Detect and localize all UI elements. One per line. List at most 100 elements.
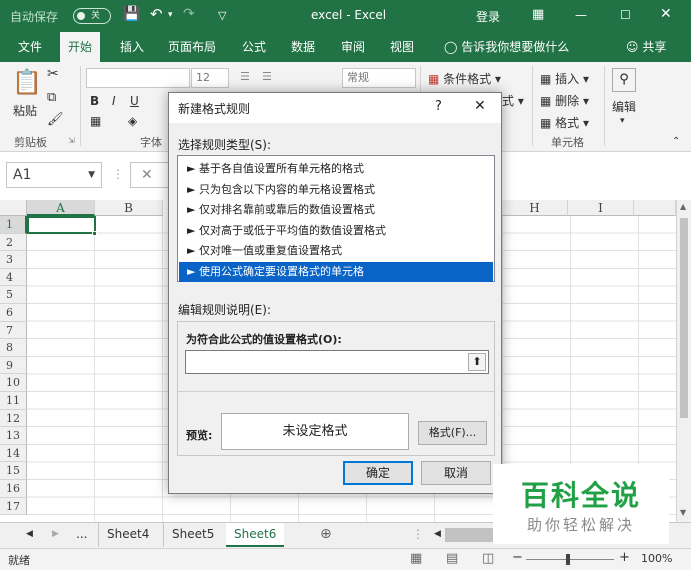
paste-icon[interactable]: 📋 <box>12 68 42 96</box>
row-header[interactable]: 2 <box>0 233 27 252</box>
tab-formulas[interactable]: 公式 <box>234 32 274 62</box>
sheet-tab-active[interactable]: Sheet6 <box>226 523 285 547</box>
cancel-entry-icon[interactable]: ✕ <box>130 162 170 188</box>
column-header[interactable]: H <box>502 200 568 216</box>
autosave-toggle[interactable]: 关 <box>73 8 111 24</box>
search-icon[interactable]: ⚲ <box>612 68 636 92</box>
save-icon[interactable]: 💾 <box>123 6 140 22</box>
row-header[interactable]: 15 <box>0 462 27 480</box>
tab-page-layout[interactable]: 页面布局 <box>160 32 224 62</box>
sheet-tab[interactable]: Sheet5 <box>163 523 222 547</box>
next-sheet-icon[interactable]: ▶ <box>44 523 67 547</box>
tab-home[interactable]: 开始 <box>60 32 101 62</box>
row-header[interactable]: 5 <box>0 286 27 304</box>
font-name-box[interactable] <box>86 68 190 88</box>
italic-icon[interactable]: I <box>112 94 116 108</box>
format-cells-button[interactable]: ▦ 格式 ▾ <box>540 114 589 131</box>
select-all-corner[interactable] <box>0 200 27 216</box>
rule-type-item[interactable]: ► 只为包含以下内容的单元格设置格式 <box>179 180 501 200</box>
edit-dropdown-icon[interactable]: ▾ <box>620 116 625 126</box>
add-sheet-icon[interactable]: ⊕ <box>312 523 340 547</box>
formula-input[interactable]: ⬆ <box>185 350 489 374</box>
row-header[interactable]: 1 <box>0 216 27 234</box>
page-break-view-icon[interactable]: ◫ <box>482 551 494 566</box>
clipboard-launcher-icon[interactable]: ⇲ <box>68 136 75 145</box>
maximize-icon[interactable]: ☐ <box>620 8 631 22</box>
login-link[interactable]: 登录 <box>476 8 500 25</box>
cut-icon[interactable]: ✂ <box>47 66 59 82</box>
column-header[interactable] <box>634 200 676 216</box>
row-header[interactable]: 13 <box>0 427 27 445</box>
scroll-thumb[interactable] <box>680 218 688 418</box>
paste-label[interactable]: 粘贴 <box>13 102 37 119</box>
scroll-up-icon[interactable]: ▲ <box>680 202 686 211</box>
rule-type-item[interactable]: ► 仅对排名靠前或靠后的数值设置格式 <box>179 200 501 220</box>
name-box[interactable]: A1 ▼ <box>6 162 102 188</box>
redo-icon[interactable]: ↷ <box>183 6 195 22</box>
rule-type-item-selected[interactable]: ► 使用公式确定要设置格式的单元格 <box>179 261 493 282</box>
row-header[interactable]: 14 <box>0 444 27 463</box>
column-header[interactable]: A <box>27 200 95 216</box>
rule-type-item[interactable]: ► 仅对唯一值或重复值设置格式 <box>179 241 501 261</box>
prev-sheet-icon[interactable]: ◀ <box>18 523 41 547</box>
delete-cells-button[interactable]: ▦ 删除 ▾ <box>540 92 589 109</box>
zoom-slider[interactable] <box>526 559 614 560</box>
dialog-close-button[interactable]: ✕ <box>474 98 486 114</box>
row-header[interactable]: 7 <box>0 321 27 340</box>
tab-review[interactable]: 审阅 <box>333 32 373 62</box>
collapse-dialog-icon[interactable]: ⬆ <box>468 353 486 371</box>
format-painter-icon[interactable]: 🖌 <box>47 112 64 127</box>
edit-button[interactable]: 编辑 <box>612 98 636 115</box>
scroll-down-icon[interactable]: ▼ <box>680 508 686 517</box>
zoom-in-icon[interactable]: + <box>619 550 630 565</box>
row-header[interactable]: 12 <box>0 409 27 428</box>
border-icon[interactable]: ▦ <box>90 114 101 128</box>
name-box-dropdown-icon[interactable]: ▼ <box>88 163 95 187</box>
help-button[interactable]: ? <box>435 99 442 114</box>
more-sheets[interactable]: ... <box>68 523 95 547</box>
zoom-level[interactable]: 100% <box>641 552 672 565</box>
close-icon[interactable]: ✕ <box>660 6 672 22</box>
sheet-tab[interactable]: Sheet4 <box>98 523 157 547</box>
rule-type-item[interactable]: ► 基于各自值设置所有单元格的格式 <box>179 159 501 179</box>
page-layout-view-icon[interactable]: ▤ <box>446 551 458 566</box>
undo-icon[interactable]: ↶ <box>150 5 163 23</box>
tab-insert[interactable]: 插入 <box>112 32 152 62</box>
zoom-slider-thumb[interactable] <box>566 554 570 565</box>
row-header[interactable]: 10 <box>0 374 27 392</box>
align-top-icon[interactable]: ☰ <box>240 70 250 83</box>
font-size-box[interactable]: 12 <box>191 68 229 88</box>
cancel-button[interactable]: 取消 <box>421 461 491 485</box>
column-header[interactable]: I <box>568 200 634 216</box>
underline-icon[interactable]: U <box>130 94 139 108</box>
ok-button[interactable]: 确定 <box>343 461 413 485</box>
row-header[interactable]: 9 <box>0 356 27 375</box>
undo-dropdown-icon[interactable]: ▾ <box>168 10 173 20</box>
active-cell[interactable] <box>27 216 96 234</box>
normal-view-icon[interactable]: ▦ <box>410 551 422 566</box>
row-header[interactable]: 4 <box>0 268 27 287</box>
rule-type-item[interactable]: ► 仅对高于或低于平均值的数值设置格式 <box>179 221 501 241</box>
row-header[interactable]: 6 <box>0 304 27 322</box>
conditional-format-button[interactable]: ▦ 条件格式 ▾ <box>428 70 501 87</box>
row-header[interactable]: 16 <box>0 480 27 498</box>
align-middle-icon[interactable]: ☰ <box>262 70 272 83</box>
tab-view[interactable]: 视图 <box>382 32 422 62</box>
row-header[interactable]: 8 <box>0 339 27 357</box>
row-header[interactable]: 11 <box>0 392 27 410</box>
ribbon-display-icon[interactable]: ▦ <box>532 7 544 22</box>
bold-icon[interactable]: B <box>90 94 99 108</box>
format-button[interactable]: 格式(F)... <box>418 421 487 445</box>
column-header[interactable]: B <box>95 200 163 216</box>
fill-color-icon[interactable]: ◈ <box>128 114 137 128</box>
number-format-box[interactable]: 常规 <box>342 68 416 88</box>
zoom-out-icon[interactable]: − <box>512 550 523 565</box>
fill-handle[interactable] <box>92 231 97 236</box>
tell-me-search[interactable]: ◯ 告诉我你想要做什么 <box>436 32 577 62</box>
share-button[interactable]: ☺ 共享 <box>618 32 674 62</box>
copy-icon[interactable]: ⧉ <box>47 90 56 105</box>
insert-cells-button[interactable]: ▦ 插入 ▾ <box>540 70 589 87</box>
row-header[interactable]: 17 <box>0 497 27 516</box>
vertical-scrollbar[interactable]: ▲ ▼ <box>676 200 691 522</box>
minimize-icon[interactable]: — <box>575 8 587 22</box>
